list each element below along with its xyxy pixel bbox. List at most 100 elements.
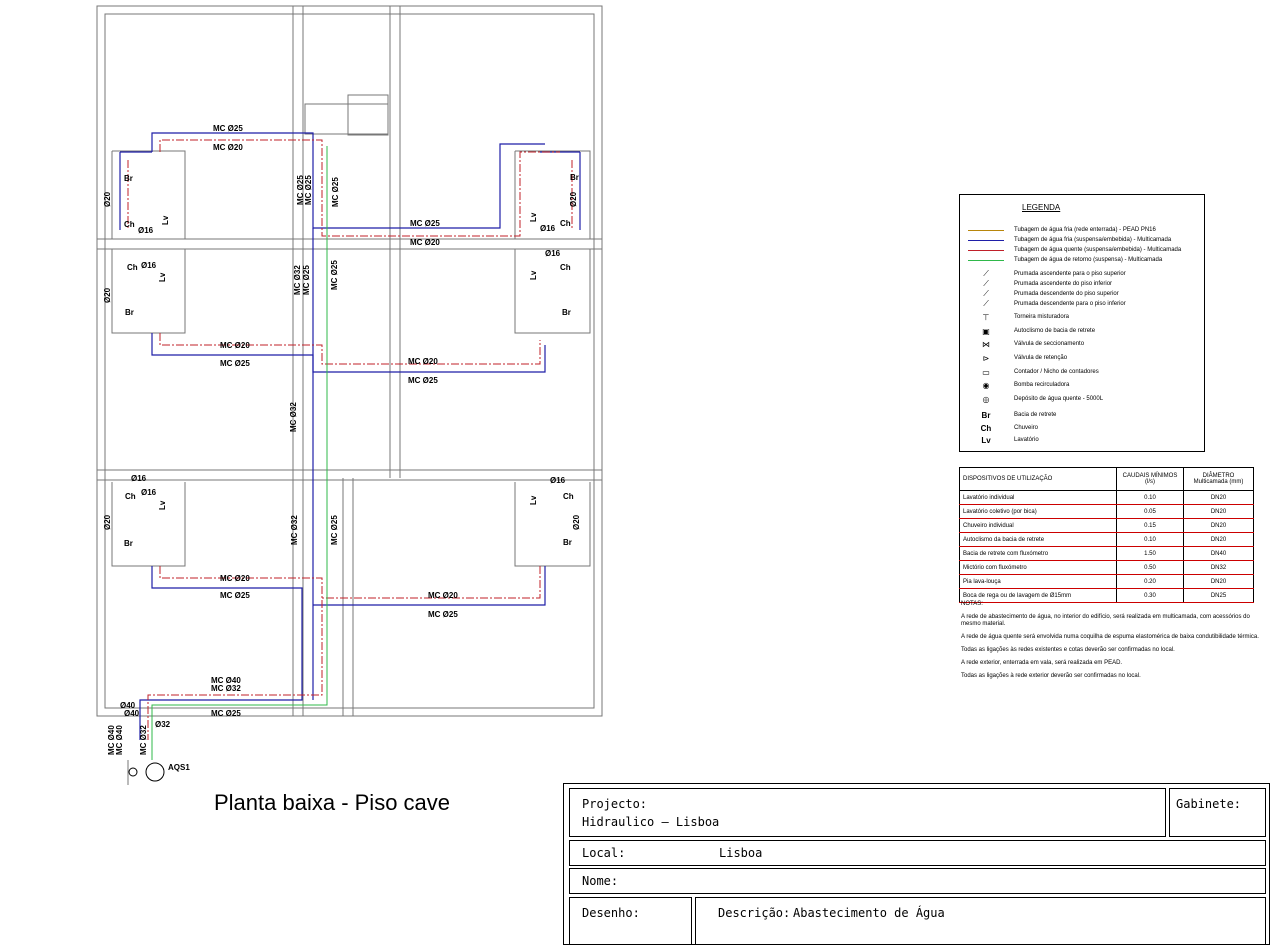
pipe-label-vertical: MC Ø40 <box>115 725 124 755</box>
local-cell: Local: Lisboa <box>569 840 1266 866</box>
riser-down-icon: ⟋ <box>983 299 989 308</box>
pipe-label: MC Ø25 <box>220 591 250 600</box>
table-header: DISPOSITIVOS DE UTILIZAÇÃO <box>959 467 1117 491</box>
fixture-labels: Br Ch Lv Ø16 Ø20 Ch Ø16 Br Lv Ø20 Ch Ø16… <box>103 173 581 548</box>
fixture-dia: Ø20 <box>572 514 581 530</box>
gabinete-cell: Gabinete: <box>1169 788 1266 837</box>
hot-water-network <box>127 139 573 740</box>
legend-item: Tubagem de água quente (suspensa/embebid… <box>966 245 1181 255</box>
table-cell: Chuveiro individual <box>959 518 1117 533</box>
pipe-label: Ø40 <box>124 709 140 718</box>
fixture-br: Br <box>125 308 134 317</box>
table-row: Bacia de retrete com fluxómetro 1.50 DN40 <box>959 546 1254 561</box>
title-block: Projecto: Hidraulico – Lisboa Gabinete: … <box>563 783 1270 945</box>
pipe-label-vertical: MC Ø32 <box>289 402 298 432</box>
valve-icon: ⋈ <box>982 339 990 349</box>
aqs-label: AQS1 <box>168 763 190 772</box>
line-swatch <box>968 249 1004 251</box>
legend-line-swatch <box>966 225 1006 235</box>
return-water-network <box>151 146 328 760</box>
hot-water-tank: AQS1 <box>127 760 190 785</box>
table-cell: 0.50 <box>1116 560 1184 575</box>
table-cell: 0.10 <box>1116 490 1184 505</box>
legend-item: ⟋ Prumada descendente para o piso inferio… <box>966 299 1126 309</box>
pipe-label-vertical: MC Ø25 <box>331 177 340 207</box>
legend-item: ⋈ Válvula de seccionamento <box>966 339 1084 349</box>
pipe-label: MC Ø20 <box>428 591 458 600</box>
fixture-lv: Lv <box>529 495 538 505</box>
pipe-label-vertical: MC Ø25 <box>330 515 339 545</box>
legend-item: ▭ Contador / Nicho de contadores <box>966 367 1099 377</box>
table-cell: DN20 <box>1183 504 1254 519</box>
legend-item: ▣ Autoclismo de bacia de retrete <box>966 326 1095 336</box>
pipe-label: MC Ø20 <box>220 341 250 350</box>
fixture-dia: Ø16 <box>141 488 157 497</box>
table-header: DIÂMETRO Multicamada (mm) <box>1183 467 1254 491</box>
pipe-label-vertical: MC Ø32 <box>290 515 299 545</box>
line-swatch <box>968 259 1004 261</box>
pipe-label: MC Ø20 <box>220 574 250 583</box>
table-row: Mictório com fluxómetro 0.50 DN32 <box>959 560 1254 575</box>
pipe-labels: MC Ø25 MC Ø20 MC Ø25 MC Ø20 MC Ø20 MC Ø2… <box>107 124 458 755</box>
pipe-label: MC Ø25 <box>220 359 250 368</box>
legend-item-label: Prumada descendente do piso superior <box>1014 291 1119 297</box>
fixture-ch: Ch <box>124 220 135 229</box>
table-row: Pia lava-louça 0.20 DN20 <box>959 574 1254 589</box>
legend-item: Tubagem de água fria (suspensa/embebida)… <box>966 235 1171 245</box>
pipe-label-vertical: MC Ø25 <box>304 175 313 205</box>
table-cell: 0.10 <box>1116 532 1184 547</box>
fixture-lv: Lv <box>161 215 170 225</box>
line-swatch <box>968 229 1004 231</box>
notes-block: NOTAS: A rede de abastecimento de água, … <box>961 601 1261 686</box>
fixture-dia: Ø20 <box>569 191 578 207</box>
cold-water-network <box>119 132 581 740</box>
fixture-ch: Ch <box>560 263 571 272</box>
fixture-ch: Ch <box>560 219 571 228</box>
legend-item-label: Válvula de seccionamento <box>1014 341 1085 347</box>
table-cell: Pia lava-louça <box>959 574 1117 589</box>
pipe-label: MC Ø25 <box>211 709 241 718</box>
notes-title: NOTAS: <box>961 601 983 607</box>
legend-item: Tubagem de água de retorno (suspensa) - … <box>966 255 1162 265</box>
desenho-cell: Desenho: <box>569 897 692 945</box>
pump-icon: ◉ <box>982 380 990 390</box>
legend-item: Ch Chuveiro <box>966 423 1038 433</box>
legend-line-swatch <box>966 255 1006 265</box>
descricao-cell: Descrição: Abastecimento de Água <box>695 897 1266 945</box>
legend-item-label: Lavatório <box>1014 437 1039 443</box>
table-cell: 0.15 <box>1116 518 1184 533</box>
pipe-label: MC Ø25 <box>410 219 440 228</box>
fixture-dia: Ø16 <box>138 226 154 235</box>
plan-title: Planta baixa - Piso cave <box>214 790 451 815</box>
flush-icon: ▣ <box>982 326 990 336</box>
table-cell: Lavatório coletivo (por bica) <box>959 504 1117 519</box>
table-header-text: (l/s) <box>1145 479 1155 485</box>
table-cell: Mictório com fluxómetro <box>959 560 1117 575</box>
line-swatch <box>968 239 1004 241</box>
legend-item: ◉ Bomba recirculadora <box>966 380 1070 390</box>
fixture-dia: Ø16 <box>131 474 147 483</box>
legend-item: Lv Lavatório <box>966 435 1039 445</box>
fixture-ch: Ch <box>125 492 136 501</box>
mixer-icon: ⊤ <box>982 312 990 322</box>
legend-item-label: Tubagem de água fria (suspensa/embebida)… <box>1014 237 1172 243</box>
legend-item: ⟋ Prumada ascendente para o piso superior <box>966 269 1126 279</box>
pipe-label-vertical: MC Ø32 <box>139 725 148 755</box>
fixture-ch: Ch <box>563 492 574 501</box>
riser-up-in-icon: ⟋ <box>983 279 989 288</box>
table-row: Chuveiro individual 0.15 DN20 <box>959 518 1254 533</box>
legend-item: ◎ Depósito de água quente - 5000L <box>966 394 1104 404</box>
table-cell: 0.05 <box>1116 504 1184 519</box>
pipe-label: Ø32 <box>155 720 171 729</box>
fixture-lv: Lv <box>158 272 167 282</box>
table-cell: DN20 <box>1183 574 1254 589</box>
note-item: A rede de água quente será envolvida num… <box>961 634 1259 640</box>
table-row: Lavatório individual 0.10 DN20 <box>959 490 1254 505</box>
pipe-label: MC Ø20 <box>410 238 440 247</box>
fixture-dia: Ø20 <box>103 287 112 303</box>
fixture-dia: Ø20 <box>103 191 112 207</box>
legend-item-label: Tubagem de água quente (suspensa/embebid… <box>1014 247 1182 253</box>
table-cell: DN20 <box>1183 518 1254 533</box>
floor-plan: MC Ø25 MC Ø20 MC Ø25 MC Ø20 MC Ø20 MC Ø2… <box>96 5 603 785</box>
fixture-br: Br <box>563 538 572 547</box>
